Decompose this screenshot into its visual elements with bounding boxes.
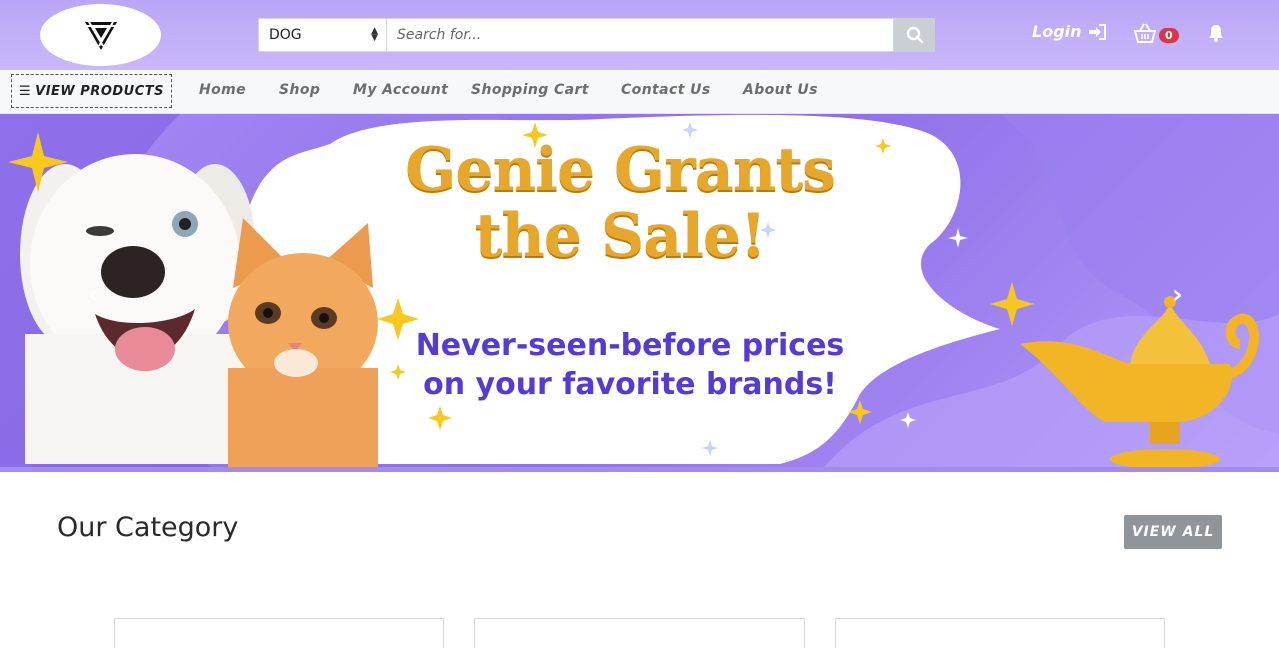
cart-count-badge: 0 — [1159, 27, 1179, 43]
category-select[interactable]: DOG ▲ ▼ — [258, 18, 387, 52]
banner-subtext-line2: on your favorite brands! — [423, 367, 837, 402]
banner-subtext-line1: Never-seen-before prices — [415, 328, 845, 363]
brand-logo-icon — [84, 21, 117, 50]
shopping-basket-icon — [1133, 23, 1157, 43]
banner-bottom-border — [0, 467, 1279, 472]
select-arrows-icon: ▲ ▼ — [371, 26, 378, 43]
main-nav: ☰ VIEW PRODUCTS Home Shop My Account Sho… — [0, 70, 1279, 114]
logo[interactable] — [40, 4, 161, 66]
section-title: Our Category — [57, 512, 239, 543]
banner-subtext: Never-seen-before prices on your favorit… — [380, 326, 880, 404]
carousel-next-button[interactable]: › — [1172, 280, 1183, 310]
search-input[interactable] — [387, 18, 894, 52]
hero-banner: Genie Grants the Sale! Never-seen-before… — [0, 114, 1279, 472]
login-label: Login — [1032, 22, 1082, 41]
search-bar: DOG ▲ ▼ — [258, 18, 935, 52]
top-header: DOG ▲▼ Login 0 — [0, 0, 1279, 70]
nav-home[interactable]: Home — [199, 82, 246, 98]
category-card[interactable] — [835, 618, 1165, 648]
category-card[interactable] — [474, 618, 805, 648]
nav-shopping-cart[interactable]: Shopping Cart — [471, 82, 589, 98]
nav-my-account[interactable]: My Account — [353, 82, 448, 98]
nav-contact-us[interactable]: Contact Us — [621, 82, 711, 98]
login-link[interactable]: Login — [1032, 22, 1107, 41]
carousel-prev-button[interactable]: ‹ — [88, 280, 99, 310]
search-icon — [906, 26, 923, 44]
nav-shop[interactable]: Shop — [279, 82, 320, 98]
bell-icon — [1209, 25, 1223, 42]
category-card[interactable] — [114, 618, 444, 648]
view-products-button[interactable]: ☰ VIEW PRODUCTS — [11, 74, 172, 108]
banner-headline: Genie Grants the Sale! — [405, 135, 836, 271]
sign-in-icon — [1088, 23, 1106, 40]
view-all-button[interactable]: VIEW ALL — [1124, 515, 1222, 549]
nav-about-us[interactable]: About Us — [743, 82, 818, 98]
category-select-value: DOG — [269, 27, 302, 43]
cart-button[interactable]: 0 — [1133, 22, 1179, 44]
notifications-button[interactable] — [1208, 24, 1224, 46]
search-button[interactable] — [894, 18, 935, 52]
menu-icon: ☰ — [18, 83, 32, 99]
view-products-label: VIEW PRODUCTS — [35, 83, 164, 99]
